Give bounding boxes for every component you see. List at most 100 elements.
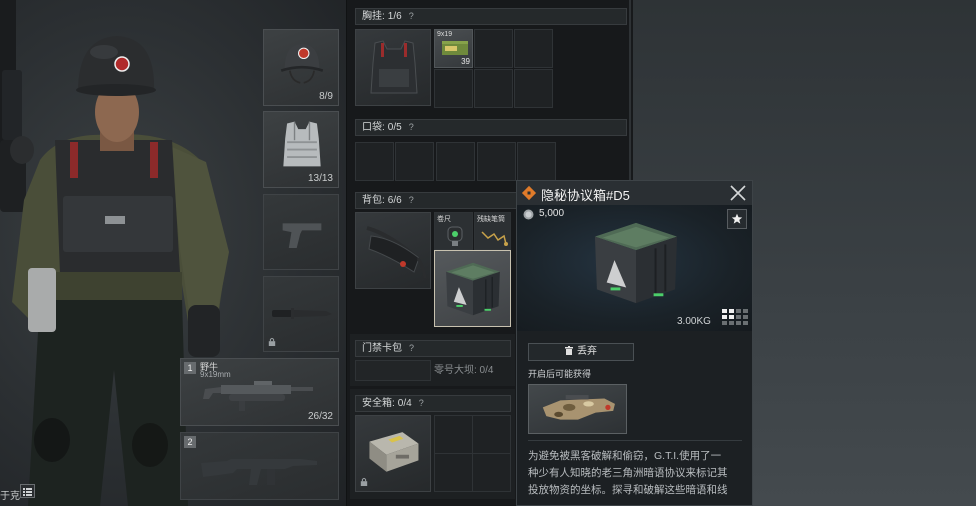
secondary-weapon-slot[interactable]: 2 xyxy=(180,432,339,500)
chest-rig-cell[interactable] xyxy=(514,69,553,108)
safe-cell[interactable] xyxy=(472,415,511,454)
popup-header: 隐秘协议箱#D5 xyxy=(517,181,752,206)
backpack-capacity: 6/6 xyxy=(387,195,402,206)
discard-label: 丢弃 xyxy=(577,346,597,357)
inventory-screen: 8/9 13/13 1 野牛 9x19mm 26/32 2 胸挂: 1/6 ? … xyxy=(0,0,976,506)
rifle-silhouette-icon xyxy=(201,459,317,485)
armor-slot[interactable]: 13/13 xyxy=(263,111,339,188)
melee-slot[interactable] xyxy=(263,276,339,352)
keycard-label: 门禁卡包 xyxy=(362,343,402,354)
chest-rig-cell[interactable] xyxy=(434,69,473,108)
helmet-slot[interactable]: 8/9 xyxy=(263,29,339,106)
safe-label: 安全箱: xyxy=(362,398,395,409)
ammo-box-icon xyxy=(442,41,468,55)
ammo-item[interactable]: 9x19 39 xyxy=(434,29,473,68)
smg-icon xyxy=(203,381,313,411)
knife-icon xyxy=(272,308,332,319)
chest-rig-slot[interactable] xyxy=(355,29,431,106)
item-preview-area xyxy=(517,205,752,331)
item-weight: 3.00KG xyxy=(677,316,711,327)
list-icon xyxy=(23,488,32,496)
backpack-label: 背包: xyxy=(362,195,385,206)
backpack-item-name: 卷尺 xyxy=(437,216,451,223)
lock-icon xyxy=(268,337,276,346)
safe-help-icon[interactable]: ? xyxy=(419,398,424,408)
primary-weapon-slot[interactable]: 1 野牛 9x19mm 26/32 xyxy=(180,358,339,426)
safe-cell[interactable] xyxy=(472,453,511,492)
keycard-slot[interactable] xyxy=(355,360,431,381)
chest-rig-cell[interactable] xyxy=(514,29,553,68)
pocket-cell[interactable] xyxy=(355,142,394,181)
popup-title: 隐秘协议箱#D5 xyxy=(541,188,630,203)
safe-cell[interactable] xyxy=(434,453,473,492)
chest-rig-help-icon[interactable]: ? xyxy=(409,11,414,21)
item-detail-popup: 隐秘协议箱#D5 5,000 3.00KG 丢弃 开启后可能获得 为避免被黑客破… xyxy=(516,180,753,506)
possible-loot-label: 开启后可能获得 xyxy=(528,369,592,379)
ammo-count: 39 xyxy=(461,57,470,66)
ammo-name: 9x19 xyxy=(437,31,453,38)
operator-model xyxy=(0,0,229,506)
chest-rig-header: 胸挂: 1/6? xyxy=(355,8,627,25)
description-line: 投放物资的坐标。探寻和破解这些暗语和线 xyxy=(528,484,728,496)
operator-helmet xyxy=(76,36,156,96)
chest-rig-cell[interactable] xyxy=(474,29,513,68)
chain-item-icon xyxy=(481,231,508,246)
pocket-cell[interactable] xyxy=(436,142,475,181)
waist-bag-icon xyxy=(366,226,427,279)
possible-loot-item[interactable] xyxy=(528,384,627,434)
pocket-cell[interactable] xyxy=(477,142,516,181)
backpack-slot[interactable] xyxy=(355,212,431,289)
selected-crate-item[interactable] xyxy=(434,250,511,327)
pocket-capacity: 0/5 xyxy=(387,122,402,133)
body-armor-icon xyxy=(283,121,321,167)
keycard-help-icon[interactable]: ? xyxy=(409,343,414,353)
item-price: 5,000 xyxy=(539,208,565,219)
chest-rig-capacity: 1/6 xyxy=(387,11,402,22)
helmet-durability: 8/9 xyxy=(319,91,333,102)
keycard-header: 门禁卡包? xyxy=(355,340,511,357)
coin-icon xyxy=(523,209,534,220)
discard-button[interactable]: 丢弃 xyxy=(528,343,634,361)
rarity-diamond-icon xyxy=(521,185,537,201)
lock-icon xyxy=(360,477,368,486)
pocket-cell[interactable] xyxy=(395,142,434,181)
safe-cell[interactable] xyxy=(434,415,473,454)
description-line: 种少有人知晓的老三角洲暗语协议来标记其 xyxy=(528,467,728,479)
safe-capacity: 0/4 xyxy=(397,398,412,409)
operator-name-partial: 于克 xyxy=(0,491,20,502)
pistol-slot[interactable] xyxy=(263,194,339,270)
backpack-help-icon[interactable]: ? xyxy=(409,195,414,205)
safe-box-icon xyxy=(369,432,419,472)
pocket-help-icon[interactable]: ? xyxy=(409,122,414,132)
popup-divider xyxy=(528,440,742,441)
keycard-entry: 零号大坝: 0/4 xyxy=(434,365,494,376)
backpack-item[interactable]: 卷尺 xyxy=(434,212,473,250)
crate-icon xyxy=(594,222,678,304)
helmet-icon xyxy=(280,43,324,84)
close-icon[interactable] xyxy=(729,184,747,202)
operator-glove xyxy=(188,305,220,357)
container-scrollbar[interactable] xyxy=(629,0,631,182)
weapon-ammo: 26/32 xyxy=(307,411,333,422)
item-description: 为避免被黑客破解和偷窃，G.T.I.使用了一 种少有人知晓的老三角洲暗语协议来标… xyxy=(528,448,742,499)
safe-box-slot[interactable] xyxy=(355,415,431,492)
chest-rig-label: 胸挂: xyxy=(362,11,385,22)
grid-size-icon xyxy=(722,309,748,325)
description-line: 为避免被黑客破解和偷窃，G.T.I.使用了一 xyxy=(528,450,722,462)
favorite-button[interactable] xyxy=(727,209,747,229)
safe-header: 安全箱: 0/4? xyxy=(355,395,511,412)
trash-icon xyxy=(565,346,573,355)
pistol-silhouette-icon xyxy=(282,223,322,248)
star-icon xyxy=(731,213,743,224)
weapon-slot-number: 2 xyxy=(184,436,196,448)
backpack-item[interactable]: 残缺笔筒 xyxy=(474,212,511,250)
pocket-cell[interactable] xyxy=(517,142,556,181)
chest-rig-icon xyxy=(370,40,418,94)
list-button[interactable] xyxy=(20,484,35,498)
crate-icon xyxy=(446,262,500,316)
held-rifle xyxy=(0,0,34,212)
smg-p90-icon xyxy=(542,395,615,420)
armor-durability: 13/13 xyxy=(307,173,333,184)
chest-rig-cell[interactable] xyxy=(474,69,513,108)
pocket-header: 口袋: 0/5? xyxy=(355,119,627,136)
